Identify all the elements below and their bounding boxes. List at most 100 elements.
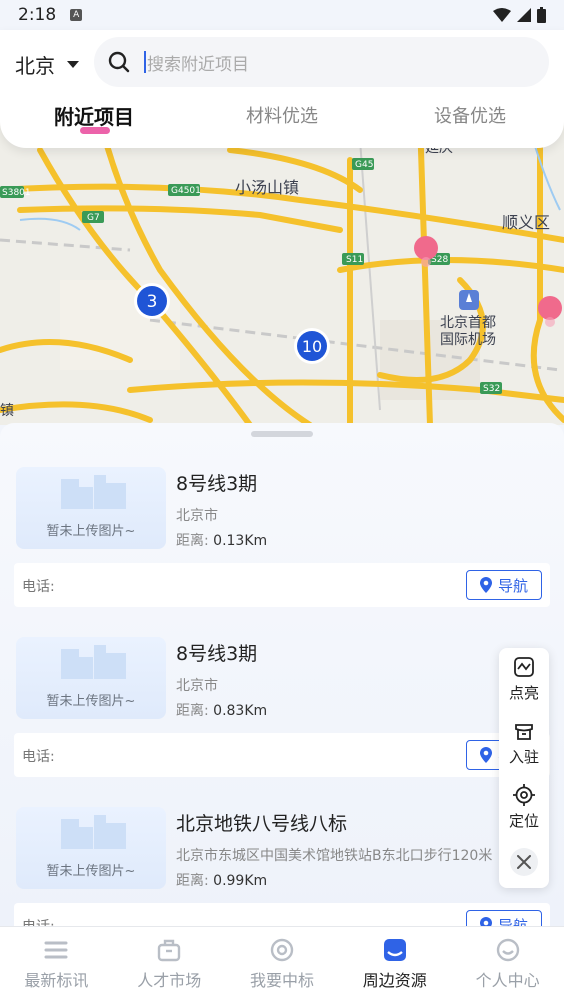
action-label: 定位 xyxy=(508,812,539,830)
search-input[interactable]: 搜索附近项目 xyxy=(94,37,549,87)
light-up-icon xyxy=(514,657,534,677)
signal-icon xyxy=(517,8,531,22)
location-pin-icon xyxy=(479,577,492,593)
close-icon xyxy=(517,855,531,869)
road-label-s32: S32 xyxy=(483,384,500,394)
road-label-s3801: S3801 xyxy=(2,188,31,198)
distance-label: 距离: xyxy=(176,703,209,719)
road-label-g7: G7 xyxy=(87,213,100,223)
tab-label: 附近项目 xyxy=(54,105,134,129)
nav-item-latest-bids[interactable]: 最新标讯 xyxy=(0,927,113,1002)
project-list-sheet[interactable]: 暂未上传图片~ 8号线3期 北京市 距离: 0.13Km 电话: 导航 暂未上传… xyxy=(0,423,564,933)
project-distance: 距离: 0.13Km xyxy=(176,530,267,550)
nav-item-nearby-resources[interactable]: 周边资源 xyxy=(338,927,451,1002)
text-cursor xyxy=(144,51,146,73)
distance-value: 0.13Km xyxy=(213,533,268,549)
nav-item-win-bid[interactable]: 我要中标 xyxy=(226,927,339,1002)
place-label-xiaotangshan: 小汤山镇 xyxy=(235,178,299,197)
project-address: 北京市 xyxy=(176,678,218,694)
settle-in-button[interactable]: 入驻 xyxy=(499,712,549,774)
phone-row: 电话: 导航 xyxy=(14,563,550,607)
tab-nearby-projects[interactable]: 附近项目 xyxy=(0,100,188,138)
wifi-icon xyxy=(493,8,511,22)
locate-button[interactable]: 定位 xyxy=(499,776,549,838)
tab-label: 材料优选 xyxy=(246,106,318,127)
cluster-count: 10 xyxy=(302,337,322,356)
tab-indicator xyxy=(80,127,110,134)
road-label-g45: G45 xyxy=(355,160,373,170)
status-bar: 2:18 A xyxy=(0,0,564,30)
city-selector[interactable]: 北京 xyxy=(15,50,79,79)
image-caption: 暂未上传图片~ xyxy=(46,524,136,539)
image-caption: 暂未上传图片~ xyxy=(46,694,136,709)
shop-icon xyxy=(515,724,533,740)
briefcase-icon xyxy=(157,939,181,962)
target-icon xyxy=(270,938,294,962)
status-time: 2:18 xyxy=(18,5,57,25)
project-title: 北京地铁八号线八标 xyxy=(176,813,348,835)
locate-icon xyxy=(513,784,535,806)
nav-item-talent-market[interactable]: 人才市场 xyxy=(113,927,226,1002)
drag-handle[interactable] xyxy=(251,431,313,437)
battery-icon xyxy=(537,7,546,23)
close-panel-button[interactable] xyxy=(510,848,538,876)
road-label-s11: S11 xyxy=(346,255,363,265)
image-caption: 暂未上传图片~ xyxy=(46,864,136,879)
status-icons xyxy=(493,7,546,23)
tab-bar: 附近项目 材料优选 设备优选 xyxy=(0,100,564,138)
project-address: 北京市东城区中国美术馆地铁站B东北口步行120米 xyxy=(176,848,493,864)
place-label-airport-1: 北京首都 xyxy=(440,315,496,331)
nav-label: 我要中标 xyxy=(249,971,314,990)
project-image-placeholder: 暂未上传图片~ xyxy=(16,637,166,719)
project-title: 8号线3期 xyxy=(176,473,258,495)
distance-label: 距离: xyxy=(176,873,209,889)
nav-label: 周边资源 xyxy=(362,971,427,990)
list-icon xyxy=(44,941,68,959)
place-label-shunyi: 顺义区 xyxy=(502,213,550,232)
caret-down-icon xyxy=(67,61,79,68)
distance-value: 0.99Km xyxy=(213,873,268,889)
project-title: 8号线3期 xyxy=(176,643,258,665)
phone-label: 电话: xyxy=(22,749,55,765)
tab-material-selection[interactable]: 材料优选 xyxy=(188,100,376,138)
action-label: 入驻 xyxy=(508,748,539,766)
action-label: 点亮 xyxy=(508,684,539,702)
nav-label: 最新标讯 xyxy=(24,971,89,990)
navigate-label: 导航 xyxy=(497,576,528,595)
project-distance: 距离: 0.99Km xyxy=(176,870,267,890)
distance-value: 0.83Km xyxy=(213,703,268,719)
bottom-nav: 最新标讯 人才市场 我要中标 周边资源 个人中心 xyxy=(0,926,564,1002)
list-item[interactable]: 暂未上传图片~ 8号线3期 北京市 距离: 0.83Km 电话: 导航 xyxy=(14,637,550,782)
road-label-g4501: G4501 xyxy=(171,186,201,196)
map-cluster[interactable]: 3 xyxy=(134,283,170,319)
navigate-button[interactable]: 导航 xyxy=(466,570,542,600)
map-cluster[interactable]: 10 xyxy=(294,328,330,364)
cluster-count: 3 xyxy=(147,292,158,312)
search-placeholder: 搜索附近项目 xyxy=(147,54,249,75)
project-distance: 距离: 0.83Km xyxy=(176,700,267,720)
city-name: 北京 xyxy=(15,54,55,78)
tab-label: 设备优选 xyxy=(434,106,506,127)
map-view[interactable]: S3801 G4501 G7 G45 S11 S28 S32 小汤山镇 顺义区 … xyxy=(0,120,564,425)
phone-label: 电话: xyxy=(22,579,55,595)
project-image-placeholder: 暂未上传图片~ xyxy=(16,467,166,549)
list-item[interactable]: 暂未上传图片~ 北京地铁八号线八标 北京市东城区中国美术馆地铁站B东北口步行12… xyxy=(14,807,550,933)
project-image-placeholder: 暂未上传图片~ xyxy=(16,807,166,889)
floating-action-panel: 点亮 入驻 定位 xyxy=(499,648,549,888)
light-up-button[interactable]: 点亮 xyxy=(499,648,549,710)
airport-icon xyxy=(459,290,479,310)
project-address: 北京市 xyxy=(176,508,218,524)
profile-icon xyxy=(496,938,519,962)
nav-label: 个人中心 xyxy=(475,971,540,990)
location-pin-icon xyxy=(479,747,492,763)
app-screen: 2:18 A S3801 G4501 G7 G45 S11 S28 S32 小汤… xyxy=(0,0,564,1002)
tab-equipment-selection[interactable]: 设备优选 xyxy=(376,100,564,138)
place-label-airport-2: 国际机场 xyxy=(440,332,496,348)
place-label-left: 镇 xyxy=(0,403,14,419)
list-item[interactable]: 暂未上传图片~ 8号线3期 北京市 距离: 0.13Km 电话: 导航 xyxy=(14,467,550,612)
map-resource-icon xyxy=(383,939,406,961)
distance-label: 距离: xyxy=(176,533,209,549)
header: 北京 搜索附近项目 附近项目 材料优选 设备优选 xyxy=(0,30,564,148)
notification-icon: A xyxy=(70,9,83,21)
nav-item-profile[interactable]: 个人中心 xyxy=(451,927,564,1002)
